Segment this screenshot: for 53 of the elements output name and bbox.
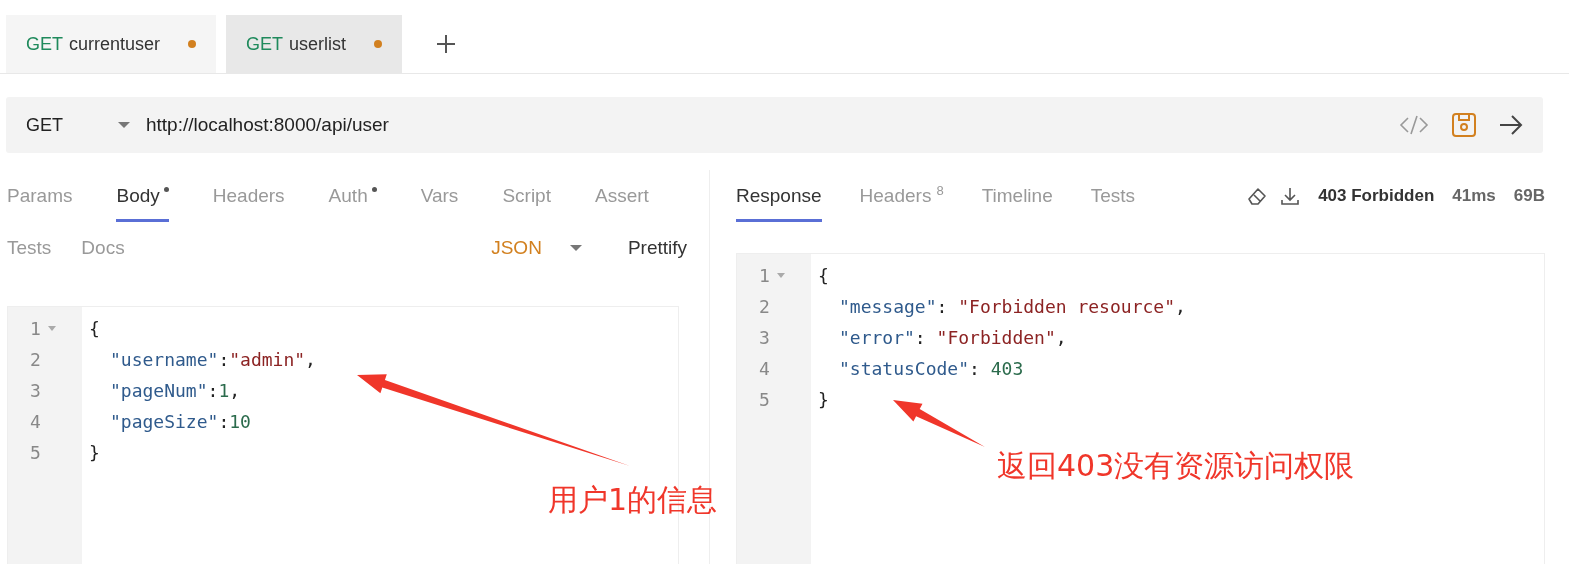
method-selector[interactable]: GET xyxy=(26,114,106,136)
add-tab-icon[interactable] xyxy=(436,34,457,54)
code-text: } xyxy=(817,388,829,412)
request-tab[interactable]: GET userlist xyxy=(226,15,403,73)
response-tab[interactable]: Response xyxy=(736,170,822,222)
request-section-tab[interactable]: Headers xyxy=(212,170,285,222)
line-number: 3 xyxy=(30,380,41,401)
code-text: } xyxy=(88,441,100,465)
line-number: 4 xyxy=(30,411,41,432)
line-number: 1 xyxy=(30,318,41,339)
caret-icon[interactable] xyxy=(118,122,130,128)
code-text: "username":"admin", xyxy=(109,348,316,372)
code-text: { xyxy=(88,317,100,341)
response-tab[interactable]: Headers $^{8}$ xyxy=(859,170,944,222)
request-section-tab[interactable]: Body xyxy=(116,170,169,222)
code-text: "statusCode": 403 xyxy=(838,357,1024,381)
line-number: 2 xyxy=(759,296,770,317)
code-text: "error": "Forbidden", xyxy=(838,326,1067,350)
request-section-tab[interactable]: Tests xyxy=(7,237,52,259)
save-icon[interactable] xyxy=(1451,112,1477,138)
request-tab[interactable]: GET currentuser xyxy=(6,15,217,73)
code-text: "pageNum":1, xyxy=(109,379,241,403)
request-section-tab[interactable]: Auth xyxy=(328,170,377,222)
code-text: { xyxy=(817,264,829,288)
annotation-text: 返回403没有资源访问权限 xyxy=(997,447,1355,485)
code-icon[interactable] xyxy=(1399,114,1429,136)
status-text: 403 Forbidden xyxy=(1318,186,1435,206)
response-tab[interactable]: Tests xyxy=(1090,170,1136,222)
caret-icon[interactable] xyxy=(569,245,582,251)
request-section-tab[interactable]: Assert xyxy=(594,170,649,222)
url-field[interactable]: http://localhost:8000/api/user xyxy=(146,114,1399,136)
tab-count: 8 xyxy=(936,183,944,198)
response-time: 41ms xyxy=(1452,186,1496,206)
download-icon[interactable] xyxy=(1280,186,1301,206)
line-number: 4 xyxy=(759,358,770,379)
code-text: "pageSize":10 xyxy=(109,410,251,434)
annotation-text: 用户1的信息 xyxy=(548,481,718,519)
request-section-tab[interactable]: Params xyxy=(7,170,73,222)
line-number: 1 xyxy=(759,265,770,286)
request-section-tab[interactable]: Docs xyxy=(81,237,125,259)
response-tab[interactable]: Timeline xyxy=(981,170,1053,222)
body-mode-selector[interactable]: JSON xyxy=(491,237,542,259)
request-section-tab[interactable]: Script xyxy=(502,170,551,222)
line-number: 3 xyxy=(759,327,770,348)
response-size: 69B xyxy=(1513,186,1545,206)
send-arrow-icon[interactable] xyxy=(1499,114,1523,136)
prettify-button[interactable]: Prettify xyxy=(627,237,687,259)
eraser-icon[interactable] xyxy=(1246,186,1269,206)
line-number: 5 xyxy=(759,389,770,410)
request-section-tab[interactable]: Vars xyxy=(420,170,459,222)
line-number: 5 xyxy=(30,442,41,463)
code-text: "message": "Forbidden resource", xyxy=(838,295,1186,319)
line-number: 2 xyxy=(30,349,41,370)
